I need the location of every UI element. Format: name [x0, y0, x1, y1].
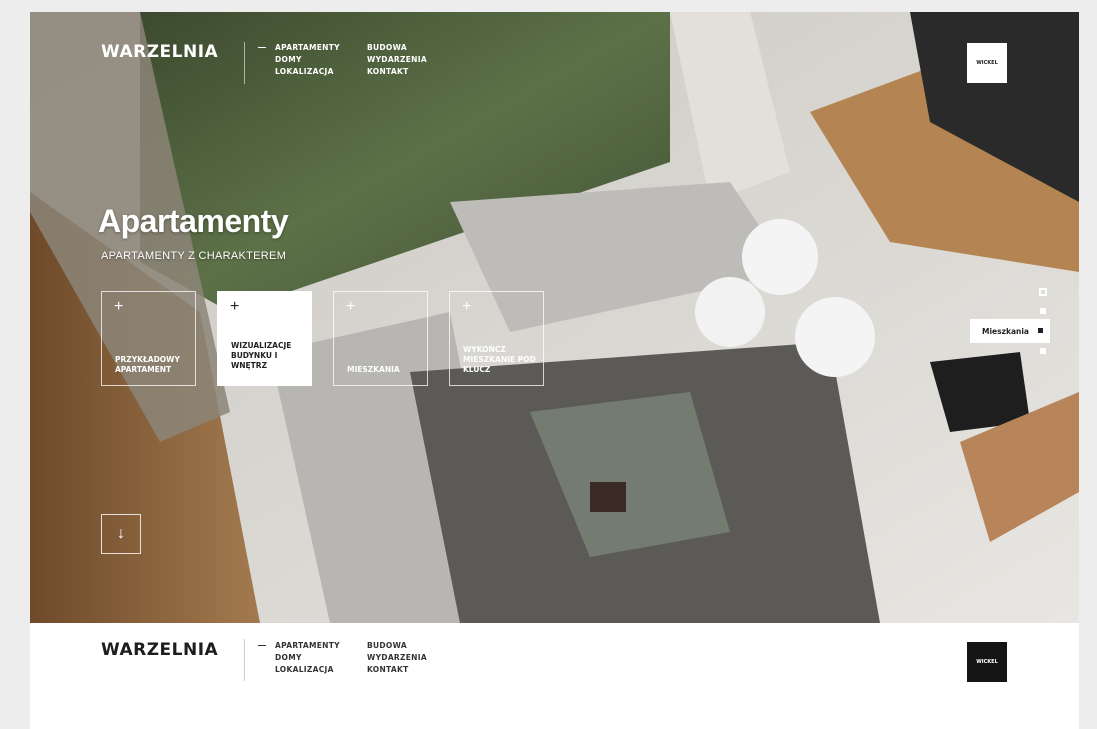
- tile-label: PRZYKŁADOWY APARTAMENT: [115, 355, 180, 374]
- tile-mieszkania[interactable]: + MIESZKANIA: [333, 291, 428, 386]
- partner-logo-footer[interactable]: WICKEL: [967, 642, 1007, 682]
- active-section-dot: [1038, 328, 1043, 333]
- section-tooltip-label: Mieszkania: [982, 326, 1029, 336]
- active-nav-dash: [258, 645, 266, 646]
- hero-subtitle: APARTAMENTY Z CHARAKTEREM: [101, 250, 287, 262]
- nav-divider-footer: [244, 639, 245, 681]
- nav-divider: [244, 42, 245, 84]
- warzelnia-logo-footer[interactable]: WARZELNIA: [101, 640, 218, 660]
- tile-wizualizacje[interactable]: + WIZUALIZACJE BUDYNKU I WNĘTRZ: [217, 291, 312, 386]
- footer-link-domy[interactable]: DOMY: [275, 653, 367, 662]
- tile-label: MIESZKANIA: [347, 365, 400, 374]
- plus-icon: +: [114, 298, 124, 315]
- hero-section: WARZELNIA APARTAMENTY BUDOWA DOMY WYDARZ…: [30, 12, 1079, 623]
- active-nav-dash: [258, 47, 266, 48]
- section-dot[interactable]: [1040, 348, 1046, 354]
- nav-link-wydarzenia[interactable]: WYDARZENIA: [367, 55, 447, 64]
- nav-link-kontakt[interactable]: KONTAKT: [367, 67, 447, 76]
- plus-icon: +: [462, 298, 472, 315]
- nav-link-domy[interactable]: DOMY: [275, 55, 367, 64]
- main-nav: APARTAMENTY BUDOWA DOMY WYDARZENIA LOKAL…: [258, 43, 447, 76]
- tile-label: WIZUALIZACJE BUDYNKU I WNĘTRZ: [231, 341, 292, 370]
- footer-link-lokalizacja[interactable]: LOKALIZACJA: [275, 665, 367, 674]
- scroll-down-button[interactable]: ↓: [101, 514, 141, 554]
- section-dot[interactable]: [1040, 308, 1046, 314]
- arrow-down-icon: ↓: [117, 525, 125, 542]
- nav-link-lokalizacja[interactable]: LOKALIZACJA: [275, 67, 367, 76]
- section-dot[interactable]: [1039, 288, 1047, 296]
- tile-wykoncz-mieszkanie[interactable]: + WYKOŃCZ MIESZKANIE POD KLUCZ: [449, 291, 544, 386]
- nav-link-budowa[interactable]: BUDOWA: [367, 43, 447, 52]
- nav-link-apartamenty[interactable]: APARTAMENTY: [275, 43, 367, 52]
- tile-przykladowy-apartament[interactable]: + PRZYKŁADOWY APARTAMENT: [101, 291, 196, 386]
- footer-link-apartamenty[interactable]: APARTAMENTY: [275, 641, 367, 650]
- page-frame: WARZELNIA APARTAMENTY BUDOWA DOMY WYDARZ…: [30, 12, 1079, 729]
- plus-icon: +: [346, 298, 356, 315]
- plus-icon: +: [230, 298, 240, 315]
- tile-label: WYKOŃCZ MIESZKANIE POD KLUCZ: [463, 345, 536, 374]
- footer-link-wydarzenia[interactable]: WYDARZENIA: [367, 653, 447, 662]
- partner-logo-text: WICKEL: [976, 60, 998, 66]
- footer-link-budowa[interactable]: BUDOWA: [367, 641, 447, 650]
- partner-logo-text: WICKEL: [976, 659, 998, 665]
- footer-nav: APARTAMENTY BUDOWA DOMY WYDARZENIA LOKAL…: [258, 641, 447, 674]
- partner-logo[interactable]: WICKEL: [967, 43, 1007, 83]
- section-tooltip[interactable]: Mieszkania: [970, 319, 1050, 343]
- warzelnia-logo[interactable]: WARZELNIA: [101, 42, 218, 62]
- footer-link-kontakt[interactable]: KONTAKT: [367, 665, 447, 674]
- hero-title: Apartamenty: [98, 203, 289, 239]
